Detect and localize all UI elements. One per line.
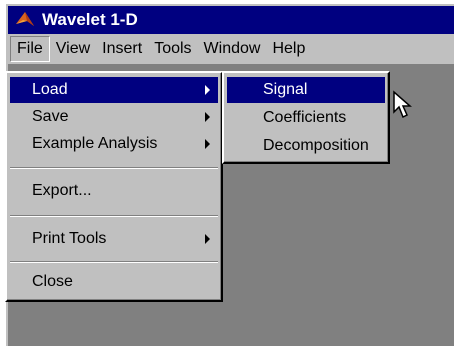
menu-insert[interactable]: Insert [96, 37, 148, 61]
menu-item-label: Example Analysis [32, 135, 158, 152]
menu-item-example-analysis[interactable]: Example Analysis [10, 131, 218, 157]
menu-help[interactable]: Help [266, 37, 311, 61]
menu-item-label: Save [32, 108, 69, 125]
menu-item-label: Coefficients [263, 109, 347, 126]
menu-separator [10, 215, 218, 217]
menu-window[interactable]: Window [198, 37, 267, 61]
menu-view[interactable]: View [50, 37, 96, 61]
menu-separator [10, 261, 218, 263]
submenu-arrow-icon [205, 112, 210, 122]
menu-separator [10, 167, 218, 169]
title-bar[interactable]: Wavelet 1-D [8, 6, 454, 34]
submenu-arrow-icon [205, 139, 210, 149]
window-title: Wavelet 1-D [42, 10, 138, 29]
menu-item-close[interactable]: Close [10, 269, 218, 295]
menu-bar: File View Insert Tools Window Help [8, 34, 454, 65]
menu-tools[interactable]: Tools [148, 37, 197, 61]
file-menu: Load Save Example Analysis Export... Pri… [5, 71, 223, 302]
menu-item-print-tools[interactable]: Print Tools [10, 226, 218, 252]
menu-file[interactable]: File [10, 36, 50, 62]
load-submenu: Signal Coefficients Decomposition [222, 71, 390, 164]
submenu-item-signal[interactable]: Signal [227, 77, 385, 103]
matlab-icon [16, 12, 34, 26]
submenu-arrow-icon [205, 85, 210, 95]
menu-item-load[interactable]: Load [10, 77, 218, 103]
menu-item-label: Decomposition [263, 137, 369, 154]
menu-item-export[interactable]: Export... [10, 178, 218, 204]
submenu-arrow-icon [205, 234, 210, 244]
menu-item-label: Load [32, 81, 68, 98]
menu-item-label: Export... [32, 182, 92, 199]
submenu-item-decomposition[interactable]: Decomposition [227, 133, 385, 159]
menu-item-label: Print Tools [32, 230, 107, 247]
menu-item-label: Close [32, 273, 73, 290]
menu-item-label: Signal [263, 81, 308, 98]
arrow-pointer-icon [393, 90, 412, 119]
menu-item-save[interactable]: Save [10, 104, 218, 130]
submenu-item-coefficients[interactable]: Coefficients [227, 105, 385, 131]
